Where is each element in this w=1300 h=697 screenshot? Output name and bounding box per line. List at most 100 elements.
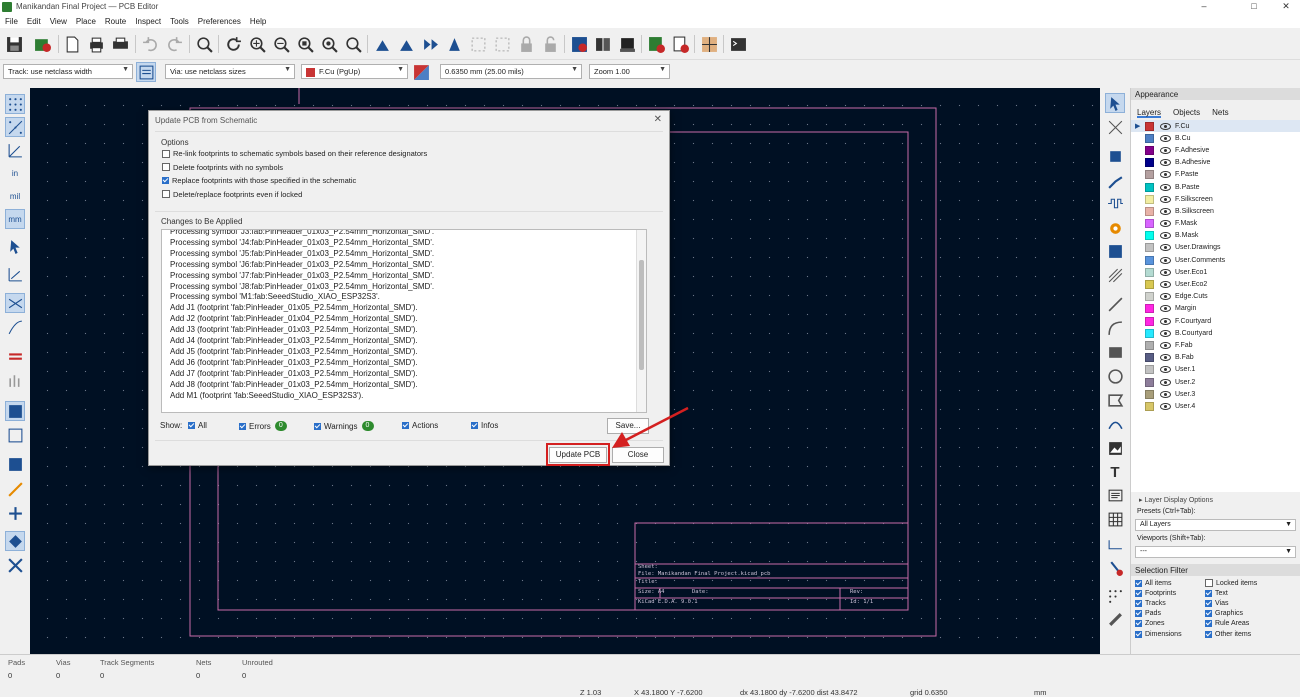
layer-row[interactable]: B.Adhesive bbox=[1131, 157, 1300, 169]
messages-scrollbar[interactable] bbox=[636, 230, 646, 412]
grid-origin-icon[interactable] bbox=[1105, 586, 1125, 606]
add-table-icon[interactable] bbox=[1105, 509, 1125, 529]
via-size-select[interactable]: Via: use netclass sizes ▼ bbox=[165, 64, 295, 79]
menu-place[interactable]: Place bbox=[76, 17, 96, 26]
new-page-icon[interactable] bbox=[62, 34, 82, 54]
menu-route[interactable]: Route bbox=[105, 17, 126, 26]
rotate-ccw-icon[interactable] bbox=[372, 34, 392, 54]
layer-color-swatch[interactable] bbox=[1145, 328, 1154, 338]
layer-color-swatch[interactable] bbox=[1145, 353, 1154, 363]
grid-toggle-icon[interactable] bbox=[5, 94, 25, 114]
units-inch-button[interactable]: in bbox=[5, 163, 25, 183]
layer-row[interactable]: User.3 bbox=[1131, 388, 1300, 400]
zoom-selection-icon[interactable] bbox=[343, 34, 363, 54]
undo-icon[interactable] bbox=[140, 34, 160, 54]
layer-color-swatch[interactable] bbox=[1145, 280, 1154, 290]
unlock-icon[interactable] bbox=[540, 34, 560, 54]
layer-row[interactable]: User.2 bbox=[1131, 376, 1300, 388]
zoom-out-icon[interactable] bbox=[271, 34, 291, 54]
footprint-editor-icon[interactable] bbox=[617, 34, 637, 54]
route-track-icon[interactable] bbox=[1105, 171, 1125, 191]
menu-inspect[interactable]: Inspect bbox=[135, 17, 161, 26]
drc-icon[interactable] bbox=[646, 34, 666, 54]
layer-row[interactable]: User.4 bbox=[1131, 400, 1300, 412]
microwave-tools-icon[interactable] bbox=[5, 503, 25, 523]
filter-item[interactable]: Text bbox=[1205, 588, 1295, 598]
grid-select[interactable]: 0.6350 mm (25.00 mils) ▼ bbox=[440, 64, 582, 79]
tab-objects[interactable]: Objects bbox=[1173, 108, 1200, 118]
eye-icon[interactable] bbox=[1160, 159, 1171, 167]
cursor-icon[interactable] bbox=[5, 236, 25, 256]
pad-display-icon[interactable] bbox=[5, 370, 25, 390]
layer-color-swatch[interactable] bbox=[1145, 243, 1154, 253]
draw-arc-icon[interactable] bbox=[1105, 318, 1125, 338]
via-outline-icon[interactable] bbox=[5, 479, 25, 499]
eye-icon[interactable] bbox=[1160, 134, 1171, 142]
print-icon[interactable] bbox=[86, 34, 106, 54]
filter-item[interactable]: Rule Areas bbox=[1205, 619, 1295, 629]
filter-all[interactable]: All bbox=[188, 421, 207, 430]
layer-color-swatch[interactable] bbox=[1145, 377, 1154, 387]
zone-display-icon[interactable] bbox=[5, 346, 25, 366]
eye-icon[interactable] bbox=[1160, 146, 1171, 154]
mirror-h-icon[interactable] bbox=[420, 34, 440, 54]
local-ratsnest-icon[interactable] bbox=[1105, 117, 1125, 137]
add-image-icon[interactable] bbox=[1105, 438, 1125, 458]
zoom-fit-icon[interactable] bbox=[295, 34, 315, 54]
add-via-icon[interactable] bbox=[1105, 218, 1125, 238]
menu-preferences[interactable]: Preferences bbox=[198, 17, 241, 26]
filter-item[interactable]: Dimensions bbox=[1135, 629, 1205, 639]
layer-color-swatch[interactable] bbox=[1145, 133, 1154, 143]
add-zone-icon[interactable] bbox=[1105, 241, 1125, 261]
filter-actions[interactable]: Actions bbox=[402, 421, 438, 430]
layer-color-swatch[interactable] bbox=[1145, 292, 1154, 302]
filter-item[interactable]: Other items bbox=[1205, 629, 1295, 639]
add-textbox-icon[interactable] bbox=[1105, 485, 1125, 505]
layer-color-swatch[interactable] bbox=[1145, 145, 1154, 155]
group-icon[interactable] bbox=[468, 34, 488, 54]
layer-display-options[interactable]: ▸ Layer Display Options bbox=[1131, 492, 1300, 506]
filter-item[interactable]: Zones bbox=[1135, 619, 1205, 629]
layer-row[interactable]: Margin bbox=[1131, 303, 1300, 315]
show-ratsnest-icon[interactable] bbox=[5, 293, 25, 313]
mirror-v-icon[interactable] bbox=[444, 34, 464, 54]
layer-color-swatch[interactable] bbox=[1145, 304, 1154, 314]
filter-item[interactable]: Locked items bbox=[1205, 578, 1295, 588]
eye-icon[interactable] bbox=[1160, 171, 1171, 179]
layer-row[interactable]: User.Comments bbox=[1131, 254, 1300, 266]
layer-pair-icon[interactable] bbox=[411, 62, 431, 82]
rotate-cw-icon[interactable] bbox=[396, 34, 416, 54]
layer-color-swatch[interactable] bbox=[1145, 365, 1154, 375]
filter-item[interactable]: Graphics bbox=[1205, 609, 1295, 619]
eye-icon[interactable] bbox=[1160, 402, 1171, 410]
layer-color-swatch[interactable] bbox=[1145, 170, 1154, 180]
layer-row[interactable]: F.Paste bbox=[1131, 169, 1300, 181]
messages-list[interactable]: Processing symbol 'J3:fab:PinHeader_01x0… bbox=[161, 229, 647, 413]
layer-row[interactable]: B.Cu bbox=[1131, 132, 1300, 144]
tab-nets[interactable]: Nets bbox=[1212, 108, 1228, 118]
menu-help[interactable]: Help bbox=[250, 17, 266, 26]
eye-icon[interactable] bbox=[1160, 122, 1171, 130]
draw-bezier-icon[interactable] bbox=[1105, 414, 1125, 434]
option-1[interactable]: Delete footprints with no symbols bbox=[162, 163, 283, 172]
layer-row[interactable]: B.Mask bbox=[1131, 230, 1300, 242]
filter-item[interactable]: Pads bbox=[1135, 609, 1205, 619]
eye-icon[interactable] bbox=[1160, 341, 1171, 349]
redo-icon[interactable] bbox=[164, 34, 184, 54]
add-dimension-icon[interactable] bbox=[1105, 534, 1125, 554]
curved-ratsnest-icon[interactable] bbox=[5, 317, 25, 337]
measure-icon[interactable] bbox=[1105, 609, 1125, 629]
layer-row[interactable]: User.Eco2 bbox=[1131, 278, 1300, 290]
eye-icon[interactable] bbox=[1160, 256, 1171, 264]
eye-icon[interactable] bbox=[1160, 329, 1171, 337]
layer-color-swatch[interactable] bbox=[1145, 121, 1154, 131]
update-pcb-icon[interactable] bbox=[699, 34, 719, 54]
layer-row[interactable]: F.Adhesive bbox=[1131, 144, 1300, 156]
overrides-grid-icon[interactable] bbox=[5, 117, 25, 137]
eye-icon[interactable] bbox=[1160, 183, 1171, 191]
eye-icon[interactable] bbox=[1160, 305, 1171, 313]
eye-icon[interactable] bbox=[1160, 293, 1171, 301]
scrollbar-thumb[interactable] bbox=[639, 260, 644, 370]
scripting-console-icon[interactable] bbox=[728, 34, 748, 54]
layer-color-swatch[interactable] bbox=[1145, 158, 1154, 168]
